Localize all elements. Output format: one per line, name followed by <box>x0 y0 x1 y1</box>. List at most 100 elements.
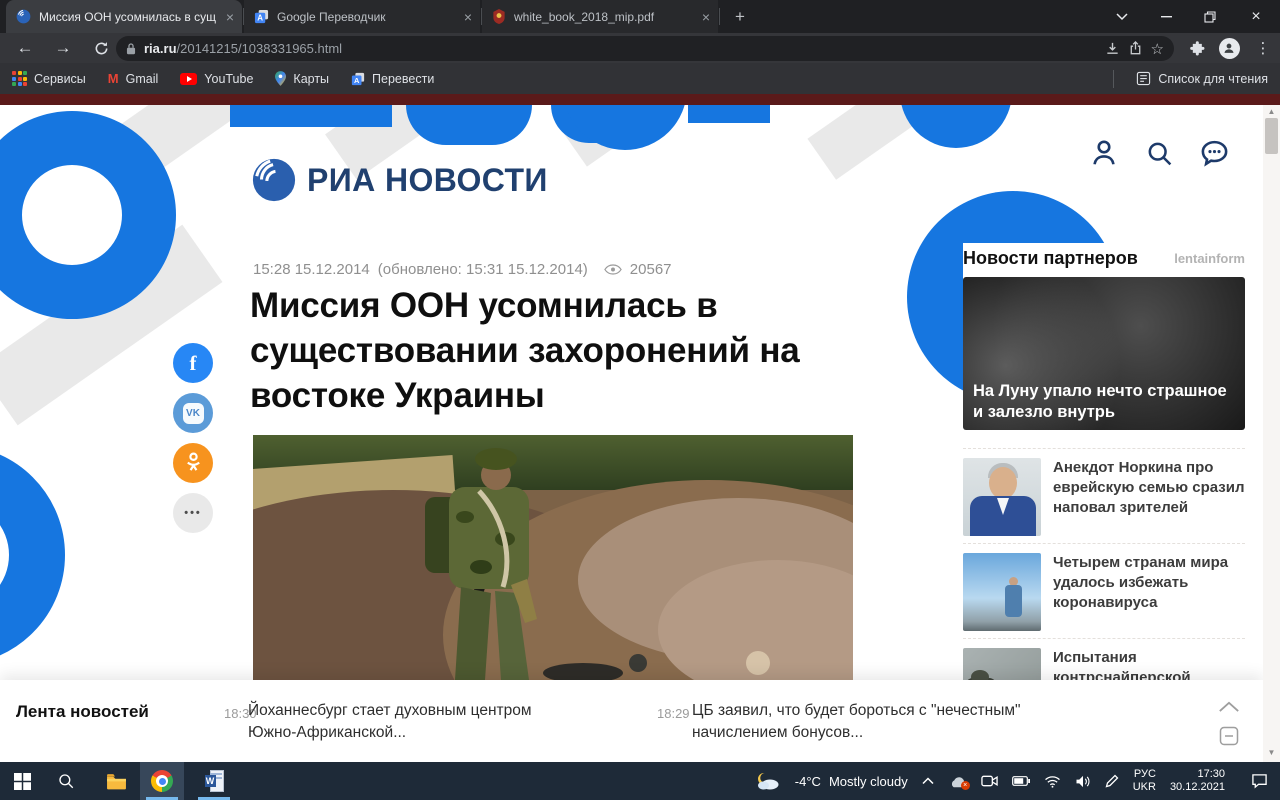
url-host: ria.ru <box>144 41 177 56</box>
scrollbar-thumb[interactable] <box>1265 118 1278 154</box>
bookmark-label: YouTube <box>204 72 253 86</box>
new-tab-button[interactable]: + <box>728 5 752 29</box>
partner-item-thumbnail <box>963 553 1041 631</box>
svg-text:A: A <box>257 14 263 23</box>
bookmark-services[interactable]: Сервисы <box>12 71 86 86</box>
tab-title: Миссия ООН усомнилась в сущ <box>39 10 218 24</box>
reload-button[interactable] <box>88 35 114 61</box>
share-more-button[interactable]: ••• <box>173 493 213 533</box>
ticker-item-text[interactable]: Йоханнесбург стает духовным центром Южно… <box>248 700 548 744</box>
window-minimize-button[interactable] <box>1144 0 1188 33</box>
lock-icon[interactable] <box>126 42 136 55</box>
reading-list-icon <box>1136 71 1151 86</box>
bookmarks-divider <box>1113 70 1114 88</box>
page-scrollbar[interactable]: ▲ ▼ <box>1263 105 1280 762</box>
bookmark-gmail[interactable]: M Gmail <box>108 71 159 86</box>
news-ticker: Лента новостей 18:30 Йоханнесбург стает … <box>0 680 1263 762</box>
bookmark-label: Перевести <box>372 72 434 86</box>
bookmark-youtube[interactable]: YouTube <box>180 72 253 86</box>
scrollbar-down-arrow[interactable]: ▼ <box>1263 748 1280 757</box>
clock-time: 17:30 <box>1197 768 1225 780</box>
url-path: /20141215/1038331965.html <box>177 41 343 56</box>
tab-separator <box>481 8 482 25</box>
tab-close-icon[interactable]: × <box>226 10 234 24</box>
ria-globe-icon <box>251 157 297 203</box>
ria-favicon <box>16 9 31 24</box>
battery-icon[interactable] <box>1012 776 1030 786</box>
article-photo <box>253 435 853 680</box>
tab-ria[interactable]: Миссия ООН усомнилась в сущ × <box>6 0 242 33</box>
profile-avatar-icon[interactable] <box>1216 35 1242 61</box>
tab-pdf[interactable]: white_book_2018_mip.pdf × <box>482 0 718 33</box>
download-icon[interactable] <box>1105 41 1120 56</box>
screen: Миссия ООН усомнилась в сущ × A Google П… <box>0 0 1280 800</box>
bookmarks-bar: Сервисы M Gmail YouTube Карты A Перевест… <box>0 63 1280 94</box>
share-vk-button[interactable]: VK <box>173 393 213 433</box>
share-icon[interactable] <box>1128 41 1143 56</box>
forward-button[interactable]: → <box>50 35 76 61</box>
window-close-button[interactable]: × <box>1232 0 1280 33</box>
partner-lead-card[interactable]: На Луну упало нечто страшное и залезло в… <box>963 277 1245 430</box>
page-top-red-strip <box>0 94 1280 105</box>
window-restore-button[interactable] <box>1188 0 1232 33</box>
ticker-collapse-button[interactable] <box>1218 725 1240 747</box>
tab-close-icon[interactable]: × <box>464 10 472 24</box>
address-bar[interactable]: ria.ru /20141215/1038331965.html ☆ <box>116 36 1174 61</box>
weather-temp[interactable]: -4°C <box>795 774 821 789</box>
file-explorer-button[interactable] <box>94 762 138 800</box>
word-icon: W <box>205 770 224 792</box>
onedrive-error-icon[interactable]: × <box>948 775 967 788</box>
updated-datetime: (обновлено: 15:31 15.12.2014) <box>378 261 588 278</box>
translate-icon: A <box>351 72 365 86</box>
partner-provider[interactable]: lentainform <box>1174 251 1245 266</box>
volume-icon[interactable] <box>1075 775 1091 788</box>
article-meta: 15:28 15.12.2014 (обновлено: 15:31 15.12… <box>253 261 672 278</box>
bookmark-label: Сервисы <box>34 72 86 86</box>
tab-close-icon[interactable]: × <box>702 10 710 24</box>
comments-icon[interactable] <box>1196 135 1232 171</box>
language-indicator[interactable]: РУС UKR <box>1133 768 1156 794</box>
share-facebook-button[interactable]: f <box>173 343 213 383</box>
back-button[interactable]: ← <box>12 35 38 61</box>
network-wifi-icon[interactable] <box>1044 775 1061 788</box>
weather-icon[interactable] <box>755 772 781 791</box>
kebab-menu-icon[interactable]: ⋮ <box>1250 35 1276 61</box>
chrome-icon <box>151 770 173 792</box>
tray-chevron-up-icon[interactable] <box>922 777 934 785</box>
bookmark-label: Карты <box>293 72 329 86</box>
lang-line2: UKR <box>1133 781 1156 793</box>
scrollbar-up-arrow[interactable]: ▲ <box>1263 107 1280 116</box>
reading-list-button[interactable]: Список для чтения <box>1136 71 1268 86</box>
weather-condition[interactable]: Mostly cloudy <box>829 774 908 789</box>
chrome-taskbar-button[interactable] <box>140 762 184 800</box>
decor-blue-bar <box>230 105 392 127</box>
tab-translate[interactable]: A Google Переводчик × <box>244 0 480 33</box>
profile-icon[interactable] <box>1086 135 1122 171</box>
action-center-icon[interactable] <box>1251 773 1268 789</box>
word-taskbar-button[interactable]: W <box>192 762 236 800</box>
tab-search-chevron-icon[interactable] <box>1100 0 1144 33</box>
extensions-icon[interactable] <box>1184 35 1210 61</box>
search-icon[interactable] <box>1141 135 1177 171</box>
start-button[interactable] <box>0 762 44 800</box>
ticker-expand-chevron-icon[interactable] <box>1216 697 1242 715</box>
browser-toolbar: ← → ria.ru /20141215/1038331965.html ☆ <box>0 33 1280 63</box>
meet-now-icon[interactable] <box>981 774 998 788</box>
ria-logo[interactable]: РИА НОВОСТИ <box>251 157 548 203</box>
system-tray: -4°C Mostly cloudy × <box>755 762 1280 800</box>
partner-lead-title: На Луну упало нечто страшное и залезло в… <box>973 381 1229 423</box>
partner-item[interactable]: Четырем странам мира удалось избежать ко… <box>963 543 1245 639</box>
ticker-item-text[interactable]: ЦБ заявил, что будет бороться с "нечестн… <box>692 700 1022 744</box>
share-ok-button[interactable] <box>173 443 213 483</box>
bookmark-translate[interactable]: A Перевести <box>351 72 434 86</box>
taskbar-search-button[interactable] <box>44 762 88 800</box>
partner-item[interactable]: Анекдот Норкина про еврейскую семью сраз… <box>963 448 1245 544</box>
bookmark-maps[interactable]: Карты <box>275 71 329 86</box>
clock[interactable]: 17:30 30.12.2021 <box>1170 768 1225 794</box>
bookmark-star-icon[interactable]: ☆ <box>1151 40 1164 58</box>
tab-separator <box>719 8 720 25</box>
partner-item-thumbnail <box>963 458 1041 536</box>
pen-icon[interactable] <box>1105 774 1119 788</box>
maps-pin-icon <box>275 71 286 86</box>
pdf-favicon <box>492 9 506 24</box>
